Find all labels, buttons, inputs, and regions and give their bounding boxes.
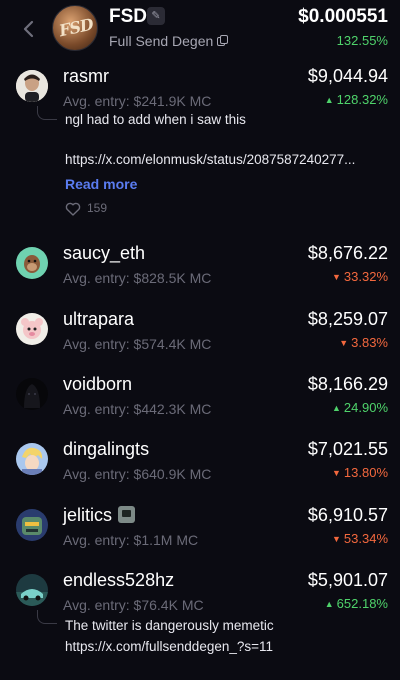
token-header: FSD FSD ✎ Full Send Degen $0.000551 132.… [0, 0, 400, 58]
holder-username[interactable]: ultrapara [63, 309, 134, 330]
holder-change: ▲ 652.18% [325, 596, 388, 611]
comment-link[interactable]: https://x.com/fullsenddegen_?s=11 [65, 639, 373, 654]
thread-connector [37, 106, 57, 120]
up-arrow-icon: ▲ [324, 95, 334, 105]
holder-change-value: 53.34% [343, 531, 388, 546]
holder-value: $6,910.57 [307, 505, 388, 525]
holder-change: ▲ 24.90% [332, 400, 388, 415]
token-avatar[interactable]: FSD [52, 5, 98, 51]
holder-comment: The twitter is dangerously memetic [65, 618, 274, 633]
avatar[interactable] [16, 313, 48, 345]
avatar[interactable] [16, 247, 48, 279]
holder-username[interactable]: jelitics [63, 505, 136, 526]
up-arrow-icon: ▲ [331, 403, 341, 413]
holder-avg-entry: Avg. entry: $442.3K MC [63, 401, 212, 417]
holder-change-value: 652.18% [336, 596, 388, 611]
holder-change: ▲ 128.32% [325, 92, 388, 107]
holder-value: $8,259.07 [307, 309, 388, 329]
holder-change: ▼ 13.80% [332, 465, 388, 480]
holder-avg-entry: Avg. entry: $76.4K MC [63, 597, 204, 613]
token-price: $0.000551 [298, 6, 388, 27]
holder-change-value: 33.32% [343, 269, 388, 284]
down-arrow-icon: ▼ [331, 272, 341, 282]
avatar[interactable] [16, 378, 48, 410]
comment-link[interactable]: https://x.com/elonmusk/status/2087587240… [65, 152, 373, 167]
read-more-link[interactable]: Read more [65, 176, 137, 192]
down-arrow-icon: ▼ [339, 338, 349, 348]
holder-username[interactable]: dingalingts [63, 439, 149, 460]
avatar[interactable] [16, 70, 48, 102]
like-count: 159 [87, 201, 108, 215]
token-name: FSD [109, 6, 147, 27]
holder-change-value: 3.83% [351, 335, 388, 350]
holder-comment: ngl had to add when i saw this [65, 112, 246, 127]
thread-connector [37, 610, 57, 624]
robot-emoji-icon [118, 505, 136, 523]
token-full-name: Full Send Degen [109, 33, 214, 49]
holder-avg-entry: Avg. entry: $828.5K MC [63, 270, 212, 286]
holder-avg-entry: Avg. entry: $1.1M MC [63, 532, 199, 548]
holder-value: $7,021.55 [307, 439, 388, 459]
holder-change-value: 13.80% [343, 465, 388, 480]
back-chevron-icon[interactable] [20, 18, 38, 40]
holder-username[interactable]: rasmr [63, 66, 109, 87]
holder-username[interactable]: endless528hz [63, 570, 174, 591]
holder-change: ▼ 3.83% [339, 335, 388, 350]
up-arrow-icon: ▲ [324, 599, 334, 609]
holder-username-text: jelitics [63, 505, 113, 525]
holder-value: $5,901.07 [307, 570, 388, 590]
holder-avg-entry: Avg. entry: $241.9K MC [63, 93, 212, 109]
pencil-icon[interactable]: ✎ [147, 7, 165, 25]
token-change: 132.55% [336, 33, 388, 48]
holder-avg-entry: Avg. entry: $574.4K MC [63, 336, 212, 352]
holder-change: ▼ 33.32% [332, 269, 388, 284]
copy-icon[interactable] [217, 35, 229, 47]
token-avatar-lettering: FSD [57, 14, 95, 41]
holder-avg-entry: Avg. entry: $640.9K MC [63, 466, 212, 482]
holder-change-value: 24.90% [343, 400, 388, 415]
holder-username[interactable]: voidborn [63, 374, 132, 395]
down-arrow-icon: ▼ [331, 468, 341, 478]
avatar[interactable] [16, 443, 48, 475]
holder-value: $8,676.22 [307, 243, 388, 263]
avatar[interactable] [16, 574, 48, 606]
holder-change-value: 128.32% [336, 92, 388, 107]
holder-value: $9,044.94 [307, 66, 388, 86]
heart-icon [65, 202, 81, 216]
holder-value: $8,166.29 [307, 374, 388, 394]
avatar[interactable] [16, 509, 48, 541]
like-button[interactable]: 159 [65, 201, 107, 216]
holder-change: ▼ 53.34% [332, 531, 388, 546]
down-arrow-icon: ▼ [331, 534, 341, 544]
holder-username[interactable]: saucy_eth [63, 243, 145, 264]
